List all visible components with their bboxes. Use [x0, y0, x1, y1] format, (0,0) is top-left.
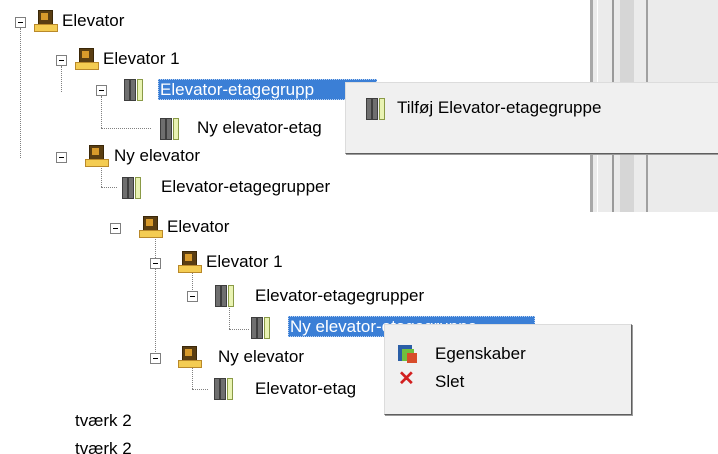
- menu-item-properties[interactable]: Egenskaber: [435, 339, 526, 369]
- collapse-toggle[interactable]: [15, 17, 26, 28]
- bottom-tree-panel: Elevator Elevator 1 Elevator-etagegruppe…: [0, 212, 718, 454]
- collapse-toggle[interactable]: [56, 55, 67, 66]
- tree-connector: [101, 128, 151, 129]
- collapse-toggle[interactable]: [56, 152, 67, 163]
- elevator-icon: [33, 9, 58, 32]
- delete-x-icon: ✕: [398, 368, 415, 390]
- tree-node-elevator[interactable]: Elevator: [165, 216, 231, 237]
- tree-connector: [155, 236, 156, 358]
- tree-connector: [101, 96, 102, 128]
- tree-node-elevator[interactable]: Elevator: [60, 10, 126, 31]
- tree-connector: [61, 66, 62, 92]
- tree-connector: [229, 329, 249, 330]
- tree-connector: [229, 304, 230, 329]
- tree-node-floor-groups[interactable]: Elevator-etagegrupper: [253, 285, 426, 306]
- collapse-toggle[interactable]: [96, 85, 107, 96]
- tree-node-floor-groups[interactable]: Elevator-etagegrupper: [159, 176, 332, 197]
- tree-connector: [101, 187, 117, 188]
- elevator-icon: [177, 345, 202, 368]
- floor-group-icon: [212, 377, 236, 400]
- context-menu-add: Tilføj Elevator-etagegruppe: [345, 82, 718, 154]
- collapse-toggle[interactable]: [110, 223, 121, 234]
- elevator-icon: [138, 215, 163, 238]
- collapse-toggle[interactable]: [187, 291, 198, 302]
- tree-node-elevator-1[interactable]: Elevator 1: [101, 48, 182, 69]
- tree-node-new-elevator[interactable]: Ny elevator: [216, 346, 306, 367]
- floor-group-icon: [213, 284, 237, 307]
- collapse-toggle[interactable]: [150, 258, 161, 269]
- tree-node-floor-group[interactable]: Elevator-etag: [253, 378, 358, 399]
- floor-group-icon: [364, 97, 388, 120]
- tree-node-new-elevator[interactable]: Ny elevator: [112, 145, 202, 166]
- top-tree-panel: Elevator Elevator 1 Elevator-etagegrupp …: [0, 0, 718, 212]
- tree-connector: [20, 28, 21, 158]
- menu-item-delete[interactable]: Slet: [435, 367, 464, 397]
- tree-node-elevator-1[interactable]: Elevator 1: [204, 251, 285, 272]
- elevator-icon: [84, 144, 109, 167]
- properties-icon: [398, 345, 418, 363]
- tree-connector: [192, 389, 208, 390]
- collapse-toggle[interactable]: [150, 353, 161, 364]
- floor-group-icon: [249, 316, 273, 339]
- elevator-icon: [74, 47, 99, 70]
- floor-group-icon: [122, 78, 146, 101]
- elevator-icon: [177, 250, 202, 273]
- tree-node-partial[interactable]: tværk 2: [73, 438, 134, 454]
- tree-node-partial[interactable]: tværk 2: [73, 410, 134, 431]
- floor-group-icon: [120, 176, 144, 199]
- tree-node-new-floor-group[interactable]: Ny elevator-etag: [195, 117, 324, 138]
- menu-item-add-floor-group[interactable]: Tilføj Elevator-etagegruppe: [397, 93, 601, 123]
- context-menu-node: Egenskaber ✕ Slet: [384, 324, 632, 415]
- floor-group-icon: [158, 117, 182, 140]
